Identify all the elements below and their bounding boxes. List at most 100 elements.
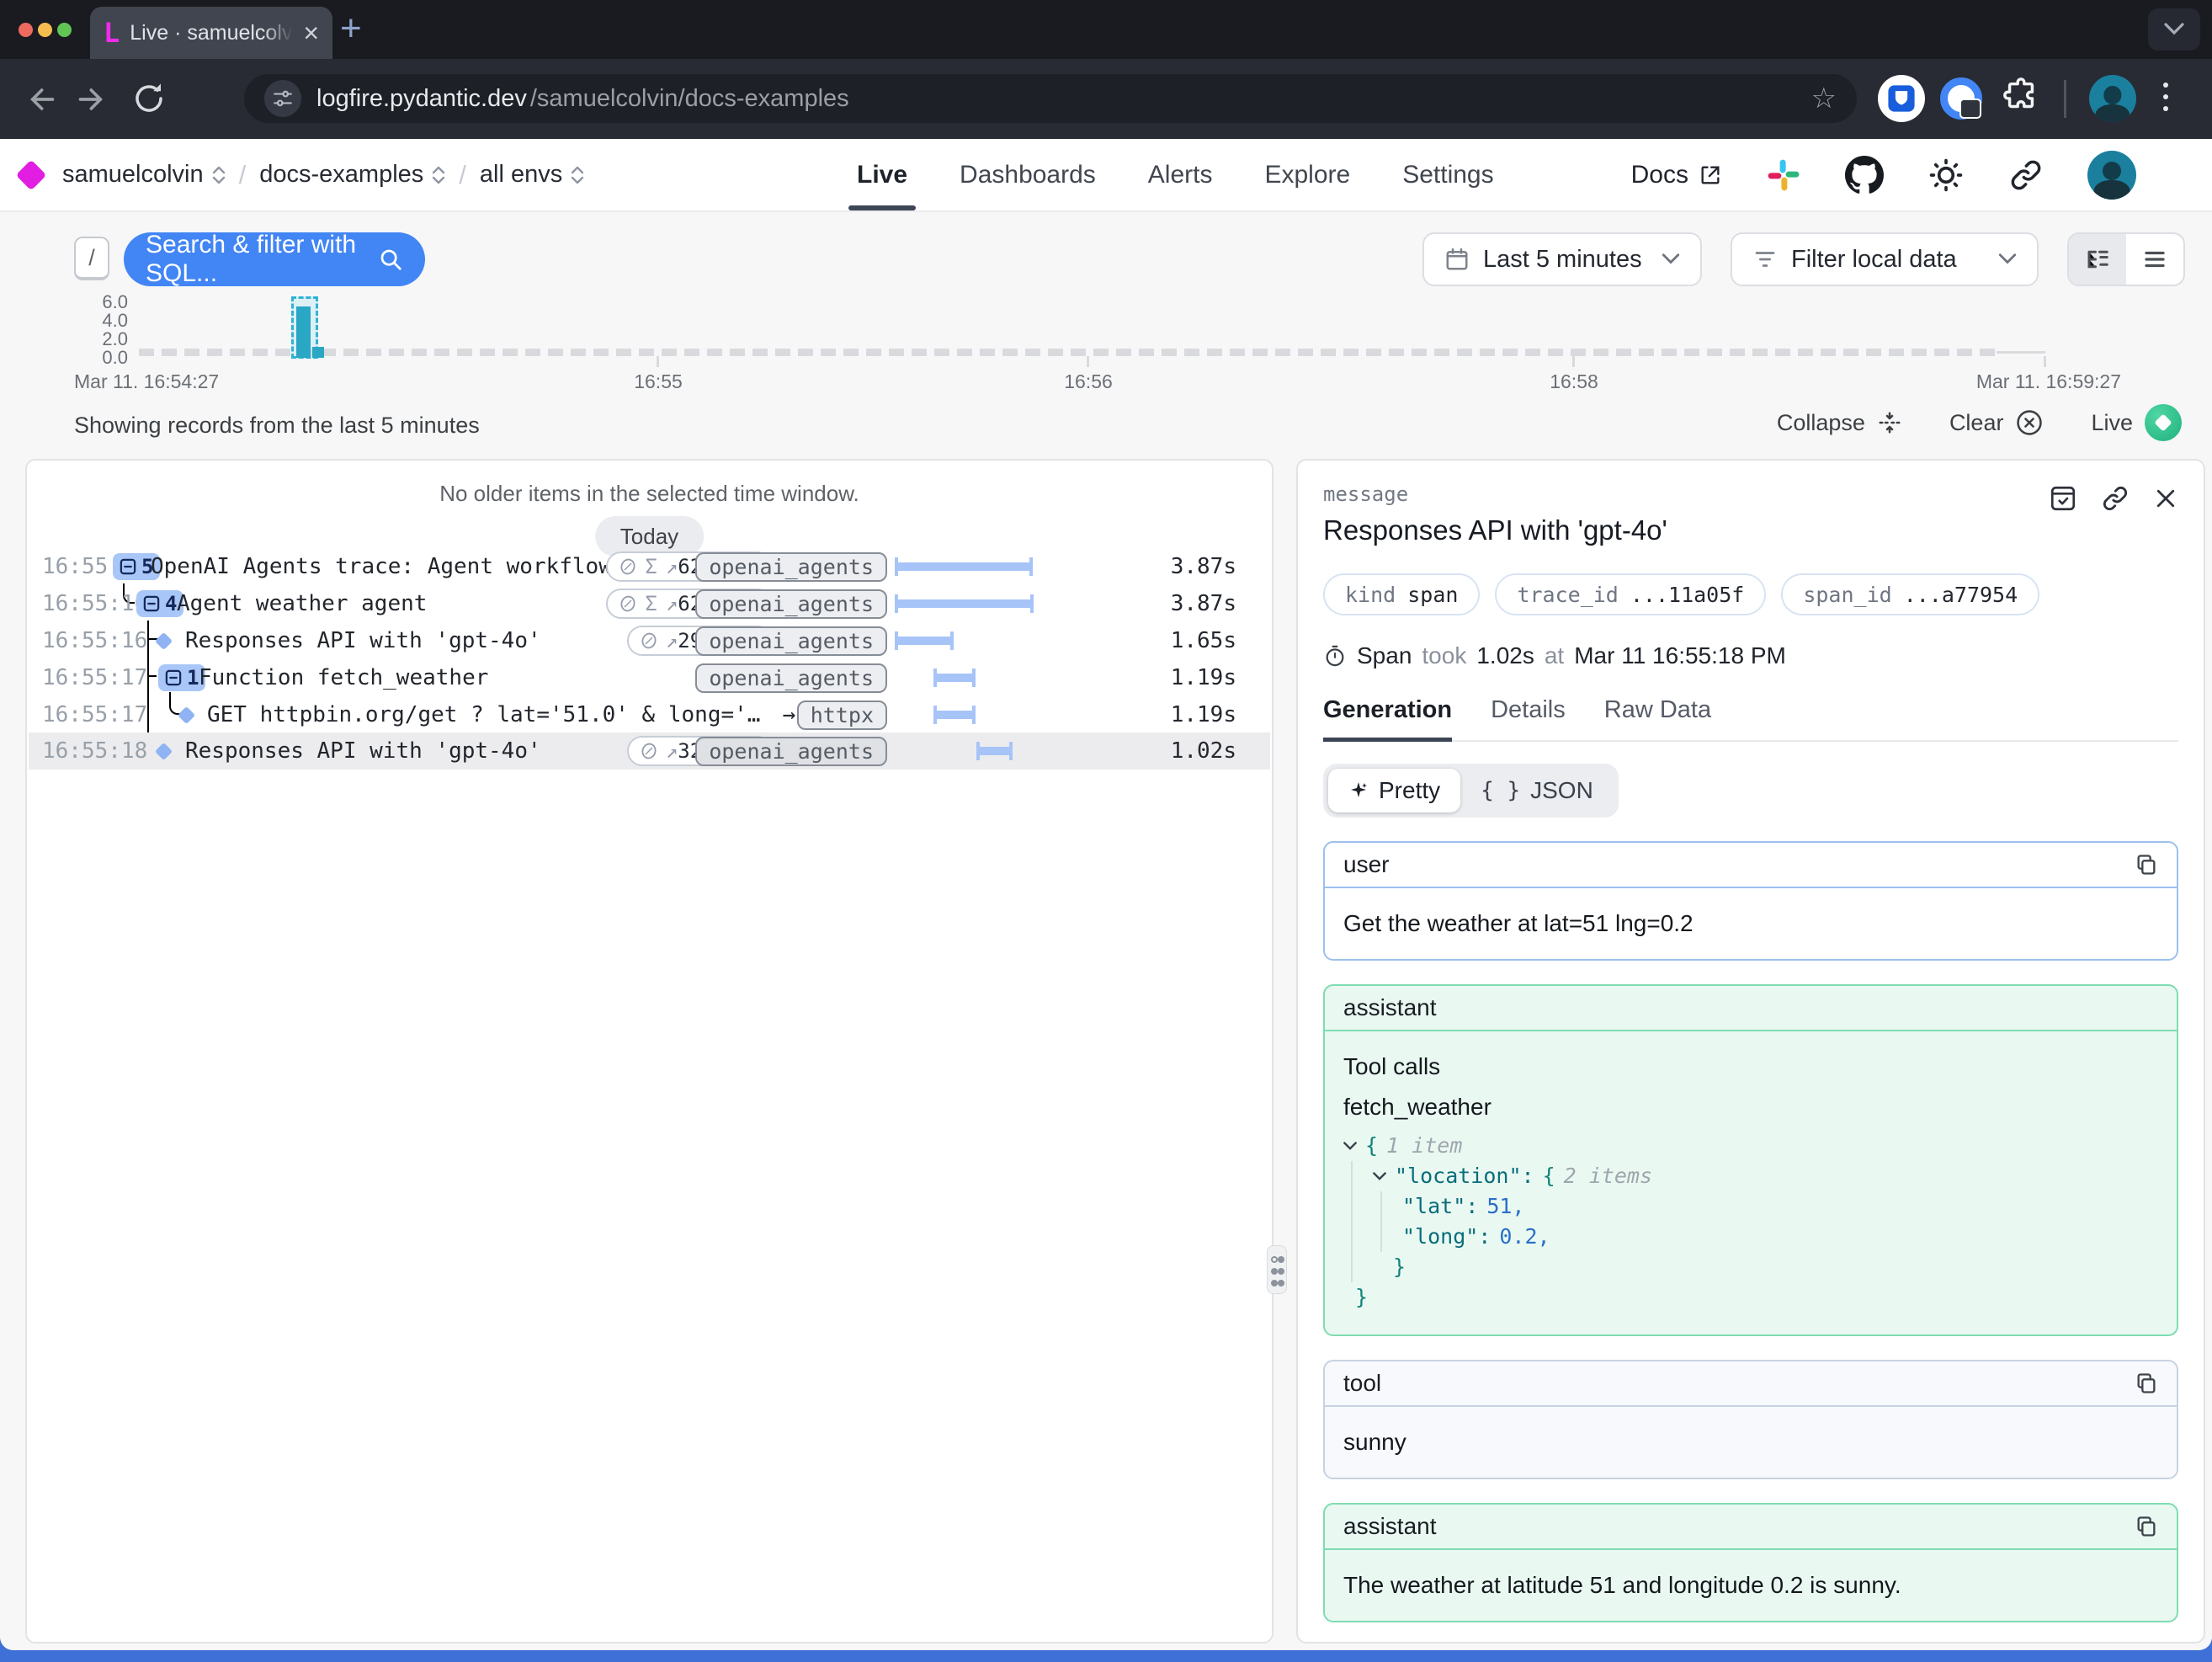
json-key: "long": [1402, 1222, 1491, 1252]
span-row[interactable]: 16:55:16 4 Agent weather agent Σ ↗625 ↙4… [29, 585, 1270, 622]
message-card-assistant-final: assistant The weather at latitude 51 and… [1323, 1503, 2178, 1622]
span-id-pill[interactable]: span_id ...a77954 [1781, 573, 2039, 615]
attr-value: span [1407, 583, 1458, 607]
duration-bar [895, 562, 1033, 571]
panel-resize-handle[interactable] [1267, 1245, 1287, 1294]
forward-button[interactable] [76, 81, 113, 118]
slack-icon[interactable] [1766, 157, 1801, 193]
back-button[interactable] [20, 81, 57, 118]
expander-chevron-icon[interactable] [1343, 1142, 1357, 1151]
scope-tag: openai_agents [695, 737, 887, 766]
kind-pill[interactable]: kind span [1323, 573, 1480, 615]
message-card-user: user Get the weather at lat=51 lng=0.2 [1323, 841, 2178, 961]
attr-key: span_id [1803, 583, 1891, 607]
search-icon [378, 247, 403, 272]
expander-chevron-icon[interactable] [1373, 1172, 1386, 1181]
axis-tick [2044, 356, 2046, 367]
duration-bar [895, 599, 1034, 608]
collapse-button[interactable]: Collapse [1777, 410, 1902, 436]
tab-raw-data[interactable]: Raw Data [1604, 696, 1711, 740]
span-diamond-icon [178, 706, 195, 724]
browser-menu-icon[interactable] [2163, 83, 2168, 111]
span-timestamp: 16:55:17 [42, 696, 147, 733]
message-text: sunny [1325, 1407, 2177, 1478]
copy-icon[interactable] [2135, 853, 2158, 876]
duration-bar [976, 747, 1013, 755]
filter-local-data-dropdown[interactable]: Filter local data [1731, 232, 2039, 286]
url-bar[interactable]: logfire.pydantic.dev/samuelcolvin/docs-e… [244, 74, 1857, 123]
share-link-icon[interactable] [2008, 157, 2044, 193]
tokens-up-icon: ↗ [666, 629, 678, 653]
records-actions: Collapse Clear Live [1777, 404, 2182, 441]
span-row[interactable]: 16:55:17 GET httpbin.org/get ? lat='51.0… [29, 696, 1270, 733]
token-coin-icon [619, 558, 636, 575]
tree-view-button[interactable] [2069, 234, 2126, 285]
mac-minimize-button[interactable] [38, 23, 52, 37]
duration-bar-slot [883, 732, 1051, 770]
clear-button[interactable]: Clear [1949, 408, 2045, 437]
project-selector[interactable]: docs-examples [259, 161, 445, 189]
role-label: assistant [1343, 994, 1437, 1021]
view-in-context-icon[interactable] [2049, 484, 2077, 513]
extensions-puzzle-icon[interactable] [2002, 77, 2040, 116]
tab-explore[interactable]: Explore [1264, 139, 1350, 210]
theme-toggle-sun-icon[interactable] [1928, 157, 1965, 194]
tab-search-button[interactable] [2148, 8, 2200, 51]
github-icon[interactable] [1845, 156, 1884, 194]
search-input[interactable]: Search & filter with SQL... [124, 232, 425, 286]
reload-button[interactable] [131, 81, 168, 118]
pretty-toggle-button[interactable]: Pretty [1328, 769, 1460, 812]
role-label: tool [1343, 1370, 1381, 1397]
list-view-button[interactable] [2126, 234, 2183, 285]
mac-close-button[interactable] [19, 23, 33, 37]
histogram-bar[interactable] [312, 347, 324, 358]
browser-tab[interactable]: L Live · samuelcolvin/docs-exa × [90, 7, 332, 59]
mac-zoom-button[interactable] [57, 23, 72, 37]
live-toggle[interactable]: Live [2091, 404, 2182, 441]
user-avatar[interactable] [2087, 151, 2136, 200]
span-row[interactable]: 16:55:17 1 Function fetch_weather openai… [29, 659, 1270, 696]
org-name: samuelcolvin [62, 161, 204, 189]
close-icon[interactable] [2153, 486, 2178, 511]
trace-id-pill[interactable]: trace_id ...11a05f [1495, 573, 1766, 615]
copy-icon[interactable] [2135, 1372, 2158, 1395]
bitwarden-extension-icon[interactable] [1878, 75, 1925, 122]
tab-generation[interactable]: Generation [1323, 696, 1452, 742]
bookmark-star-icon[interactable]: ☆ [1811, 82, 1837, 115]
span-duration: 1.19s [1171, 659, 1236, 696]
span-row[interactable]: 16:55:16 Responses API with 'gpt-4o' ↗29… [29, 622, 1270, 659]
json-close-brace: } [1393, 1252, 1406, 1282]
time-range-dropdown[interactable]: Last 5 minutes [1422, 232, 1702, 286]
tab-dashboards[interactable]: Dashboards [960, 139, 1096, 210]
histogram-bar[interactable] [296, 306, 311, 358]
copy-icon[interactable] [2135, 1515, 2158, 1538]
message-card-tool: tool sunny [1323, 1360, 2178, 1479]
logfire-logo-icon [16, 159, 47, 190]
org-selector[interactable]: samuelcolvin [62, 161, 226, 189]
new-tab-button[interactable]: + [340, 10, 362, 47]
span-duration: 1.19s [1171, 696, 1236, 733]
tab-alerts[interactable]: Alerts [1148, 139, 1213, 210]
span-row-selected[interactable]: 16:55:18 Responses API with 'gpt-4o' ↗32… [29, 732, 1270, 770]
tab-details[interactable]: Details [1491, 696, 1566, 740]
json-toggle-button[interactable]: { } JSON [1460, 769, 1614, 812]
site-info-icon[interactable] [264, 80, 301, 117]
json-label: JSON [1530, 777, 1593, 804]
clear-circle-x-icon [2015, 408, 2044, 437]
json-item-count: 2 items [1564, 1161, 1652, 1191]
breadcrumb-separator: / [239, 160, 247, 190]
env-selector[interactable]: all envs [480, 161, 584, 189]
message-text: Get the weather at lat=51 lng=0.2 [1325, 888, 2177, 959]
tab-close-icon[interactable]: × [303, 19, 319, 46]
copy-link-icon[interactable] [2101, 484, 2130, 513]
docs-link[interactable]: Docs [1631, 161, 1722, 189]
onepassword-extension-icon[interactable] [1940, 77, 1982, 120]
timing-span-word: Span [1357, 642, 1412, 669]
browser-profile-avatar[interactable] [2089, 75, 2136, 122]
tab-live[interactable]: Live [857, 139, 907, 210]
tab-settings[interactable]: Settings [1402, 139, 1493, 210]
json-open-brace: { [1543, 1161, 1555, 1191]
tool-name: fetch_weather [1343, 1094, 2158, 1121]
span-row[interactable]: 16:55:16 5 OpenAI Agents trace: Agent wo… [29, 548, 1270, 585]
collapse-label: Collapse [1777, 410, 1865, 436]
